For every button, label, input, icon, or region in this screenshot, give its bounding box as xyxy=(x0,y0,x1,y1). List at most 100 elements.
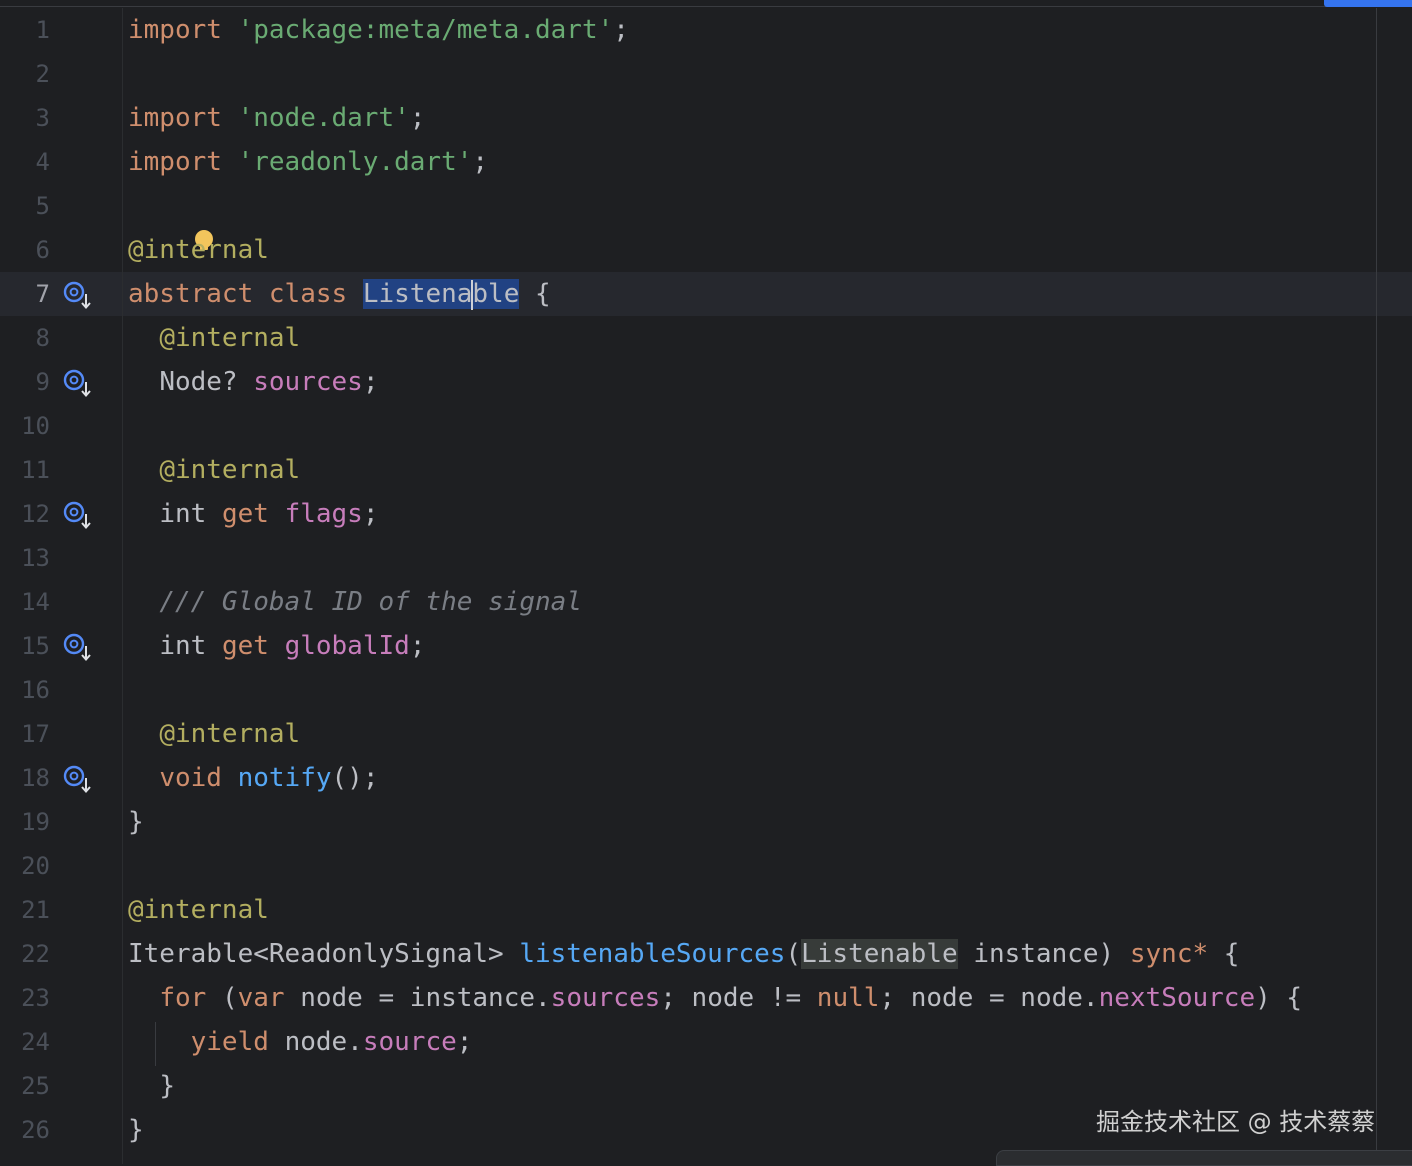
doc-comment: /// Global ID of the signal xyxy=(159,587,582,617)
class-name: Listena xyxy=(362,279,473,309)
line-number[interactable]: 26 xyxy=(0,1108,50,1152)
usage-highlight: Listenable xyxy=(801,939,958,969)
code-text: node = instance. xyxy=(300,983,551,1013)
keyword: get xyxy=(221,631,269,661)
selected-class-name[interactable]: Listenable xyxy=(362,279,520,310)
keyword: import xyxy=(128,147,222,177)
brace: } xyxy=(128,807,144,837)
punctuation: ; xyxy=(362,499,379,529)
implemented-in-subclass-icon[interactable] xyxy=(62,278,94,310)
annotation: rnal xyxy=(206,235,269,265)
line-number[interactable]: 1 xyxy=(0,8,50,52)
line-number[interactable]: 22 xyxy=(0,932,50,976)
line-number[interactable]: 15 xyxy=(0,624,50,668)
code-line-12: int get flags; xyxy=(128,492,1302,536)
code-line-8: @internal xyxy=(128,316,1302,360)
line-number[interactable]: 2 xyxy=(0,52,50,96)
parameter: instance) xyxy=(973,939,1115,969)
line-number[interactable]: 10 xyxy=(0,404,50,448)
code-line-17: @internal xyxy=(128,712,1302,756)
watermark: 掘金技术社区 @ 技术蔡蔡 xyxy=(1096,1108,1376,1136)
code-line-22: Iterable<ReadonlySignal> listenableSourc… xyxy=(128,932,1302,976)
code-line-18: void notify(); xyxy=(128,756,1302,800)
code-line-21: @internal xyxy=(128,888,1302,932)
line-number[interactable]: 6 xyxy=(0,228,50,272)
line-number[interactable]: 18 xyxy=(0,756,50,800)
punctuation: ( xyxy=(785,939,802,969)
right-margin-guide xyxy=(1376,8,1377,1164)
keyword: null xyxy=(816,983,880,1013)
class-name: ble xyxy=(472,279,520,309)
punctuation: ; xyxy=(409,631,426,661)
gutter-separator xyxy=(122,8,123,1164)
code-line-15: int get globalId; xyxy=(128,624,1302,668)
annotation: @inte xyxy=(128,235,207,265)
type-name: int xyxy=(159,499,207,529)
code-line-14: /// Global ID of the signal xyxy=(128,580,1302,624)
keyword: import xyxy=(128,15,222,45)
function-name: listenableSources xyxy=(519,939,786,969)
punctuation: ; xyxy=(472,147,489,177)
keyword: class xyxy=(268,279,348,309)
line-number[interactable]: 8 xyxy=(0,316,50,360)
code-editor[interactable]: import 'package:meta/meta.dart'; import … xyxy=(128,8,1302,1152)
line-number[interactable]: 5 xyxy=(0,184,50,228)
implemented-in-subclass-icon[interactable] xyxy=(62,630,94,662)
field-name: sources xyxy=(253,367,363,397)
line-number[interactable]: 4 xyxy=(0,140,50,184)
line-number[interactable]: 23 xyxy=(0,976,50,1020)
type-name: int xyxy=(159,631,207,661)
code-line-1: import 'package:meta/meta.dart'; xyxy=(128,8,1302,52)
implemented-in-subclass-icon[interactable] xyxy=(62,366,94,398)
brace: } xyxy=(128,1115,144,1145)
implemented-in-subclass-icon[interactable] xyxy=(62,498,94,530)
line-number[interactable]: 19 xyxy=(0,800,50,844)
line-number[interactable]: 13 xyxy=(0,536,50,580)
keyword: get xyxy=(221,499,269,529)
line-number[interactable]: 14 xyxy=(0,580,50,624)
line-number[interactable]: 11 xyxy=(0,448,50,492)
method-name: notify xyxy=(237,763,332,793)
line-number[interactable]: 9 xyxy=(0,360,50,404)
line-number[interactable]: 24 xyxy=(0,1020,50,1064)
keyword: var xyxy=(237,983,285,1013)
editor-tab-strip-edge xyxy=(0,0,1412,7)
string-literal: 'node.dart' xyxy=(237,103,410,133)
brace: { xyxy=(1223,939,1240,969)
code-line-19: } xyxy=(128,800,1302,844)
code-line-4: import 'readonly.dart'; xyxy=(128,140,1302,184)
field-name: nextSource xyxy=(1098,983,1256,1013)
line-number[interactable]: 25 xyxy=(0,1064,50,1108)
line-number[interactable]: 7 xyxy=(0,272,50,316)
code-line-3: import 'node.dart'; xyxy=(128,96,1302,140)
line-number[interactable]: 16 xyxy=(0,668,50,712)
type-name: Iterable<ReadonlySignal> xyxy=(128,939,504,969)
code-text: ; node = node. xyxy=(879,983,1099,1013)
line-number-gutter[interactable]: 1 2 3 4 5 6 7 8 9 10 11 12 13 14 15 16 17 18 19 20 21 22 23 24 2… xyxy=(0,8,122,1164)
keyword: import xyxy=(128,103,222,133)
annotation: @internal xyxy=(159,455,301,485)
punctuation: ) { xyxy=(1255,983,1303,1013)
punctuation: ; xyxy=(613,15,629,45)
code-line-11: @internal xyxy=(128,448,1302,492)
line-number[interactable]: 21 xyxy=(0,888,50,932)
getter-name: globalId xyxy=(284,631,410,661)
string-literal: 'readonly.dart' xyxy=(237,147,473,177)
code-line-7: abstract class Listenable { xyxy=(128,272,1302,316)
line-number[interactable]: 12 xyxy=(0,492,50,536)
tab-scroll-indicator[interactable] xyxy=(1324,0,1412,7)
line-number[interactable]: 17 xyxy=(0,712,50,756)
code-line-24: yield node.source; xyxy=(128,1020,1302,1064)
implemented-in-subclass-icon[interactable] xyxy=(62,762,94,794)
annotation: @internal xyxy=(128,895,269,925)
punctuation: ( xyxy=(221,983,238,1013)
line-number[interactable]: 20 xyxy=(0,844,50,888)
punctuation: ; xyxy=(409,103,426,133)
string-literal: 'package:meta/meta.dart' xyxy=(237,15,614,45)
line-number[interactable]: 3 xyxy=(0,96,50,140)
